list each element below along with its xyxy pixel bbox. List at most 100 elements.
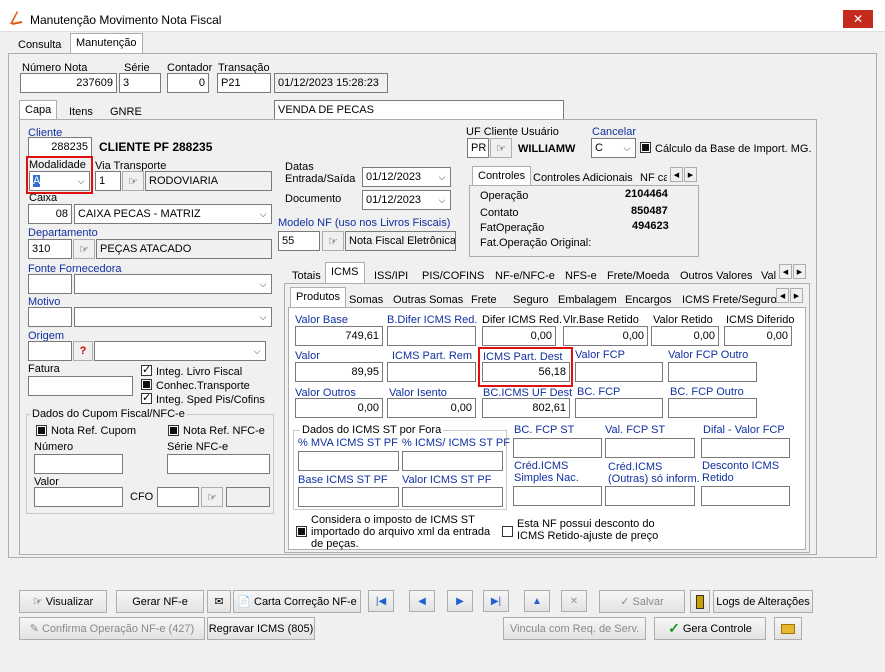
motivo-code[interactable]	[28, 307, 72, 327]
tab-produtos[interactable]: Produtos	[290, 287, 347, 308]
integ-sped-checkbox[interactable]	[141, 391, 152, 404]
val-fcp-st-field[interactable]	[605, 438, 695, 458]
serie-nfce-field[interactable]	[167, 454, 270, 474]
difal-field[interactable]	[701, 438, 790, 458]
modelo-nf-code[interactable]: 55	[278, 231, 320, 251]
exit-button[interactable]	[690, 590, 710, 613]
visualizar-button[interactable]: ☞ Visualizar	[19, 590, 107, 613]
origem-select[interactable]: ⌵	[94, 341, 266, 361]
last-record-button[interactable]: ▶|	[483, 590, 509, 612]
bc-fcp-st-field[interactable]	[513, 438, 602, 458]
next-record-button[interactable]: ▶	[447, 590, 473, 612]
prev-record-button[interactable]: ◀	[409, 590, 435, 612]
icms-st-pf-field[interactable]	[402, 451, 503, 471]
vlr-base-retido-field[interactable]: 0,00	[563, 326, 648, 346]
cred-simples-field[interactable]	[513, 486, 602, 506]
bc-fcp-field[interactable]	[575, 398, 663, 418]
fatura-field[interactable]	[28, 376, 133, 396]
cfo-lookup-button[interactable]: ☞	[201, 487, 223, 507]
considera-st-checkbox[interactable]	[296, 526, 307, 537]
close-button[interactable]: ✕	[843, 10, 873, 28]
origem-lookup-button[interactable]: ?	[73, 341, 93, 361]
valor-base-field[interactable]: 749,61	[295, 326, 383, 346]
conhec-transporte-checkbox[interactable]	[141, 379, 152, 390]
first-record-button[interactable]: |◀	[368, 590, 394, 612]
nota-ref-cupom-checkbox[interactable]	[36, 425, 47, 436]
tab-manutencao[interactable]: Manutenção	[70, 33, 143, 54]
logs-button[interactable]: Logs de Alterações	[713, 590, 813, 613]
cupom-numero-field[interactable]	[34, 454, 123, 474]
tab-consulta[interactable]: Consulta	[12, 35, 67, 55]
serie-field[interactable]: 3	[119, 73, 161, 93]
tab-capa[interactable]: Capa	[19, 100, 58, 120]
gera-controle-button[interactable]: ✓ Gera Controle	[654, 617, 766, 640]
origem-code[interactable]	[28, 341, 72, 361]
icms-part-rem-field[interactable]	[387, 362, 476, 382]
tab-scroll-right-button[interactable]: ▶	[684, 167, 697, 182]
cliente-code-field[interactable]: 288235	[28, 137, 92, 157]
tab-scroll-left-button[interactable]: ◀	[776, 288, 789, 303]
modelo-nf-lookup-button[interactable]: ☞	[322, 231, 344, 251]
departamento-lookup-button[interactable]: ☞	[73, 239, 95, 259]
cancelar-select[interactable]: C ⌵	[591, 138, 636, 158]
valor-fcp-label: Valor FCP	[575, 349, 625, 361]
cupom-valor-field[interactable]	[34, 487, 123, 507]
desconto-nf-checkbox[interactable]	[502, 526, 513, 537]
via-transporte-lookup-button[interactable]: ☞	[122, 171, 144, 191]
motivo-select[interactable]: ⌵	[74, 307, 272, 327]
cfo-label: CFO	[130, 491, 154, 503]
cfo-field[interactable]	[157, 487, 199, 507]
tab-scroll-right-button[interactable]: ▶	[793, 264, 806, 279]
cred-outras-field[interactable]	[605, 486, 695, 506]
contato-value: 850487	[631, 205, 668, 217]
b-difer-field[interactable]	[387, 326, 476, 346]
bc-icms-uf-dest-field[interactable]: 802,61	[482, 398, 570, 418]
nota-ref-nfce-checkbox[interactable]	[168, 425, 179, 436]
valor-icms-st-field[interactable]	[402, 487, 503, 507]
numero-nota-field[interactable]: 237609	[20, 73, 117, 93]
valor-isento-field[interactable]: 0,00	[387, 398, 476, 418]
valor-retido-field[interactable]: 0,00	[651, 326, 719, 346]
confirma-operacao-button[interactable]: ✎ Confirma Operação NF-e (427)	[19, 617, 205, 640]
valor-field[interactable]: 89,95	[295, 362, 383, 382]
via-transporte-field[interactable]: 1	[95, 171, 121, 191]
desconto-retido-field[interactable]	[701, 486, 790, 506]
caixa-code-field[interactable]: 08	[28, 204, 72, 224]
descricao-field[interactable]: VENDA DE PECAS	[274, 100, 564, 120]
departamento-code-field[interactable]: 310	[28, 239, 72, 259]
tab-icms[interactable]: ICMS	[325, 262, 365, 284]
tab-controles[interactable]: Controles	[472, 166, 532, 186]
uf-field[interactable]: PR	[467, 138, 489, 158]
tab-scroll-left-button[interactable]: ◀	[779, 264, 792, 279]
uf-lookup-button[interactable]: ☞	[490, 138, 512, 158]
salvar-button[interactable]: ✓ Salvar	[599, 590, 685, 613]
envelope-button[interactable]: ✉	[207, 590, 231, 613]
contador-field[interactable]: 0	[167, 73, 209, 93]
delete-button[interactable]: ✕	[561, 590, 587, 612]
entrada-date-field[interactable]: 01/12/2023 ⌵	[362, 167, 451, 187]
calc-base-checkbox[interactable]	[640, 142, 651, 153]
caixa-name: CAIXA PECAS - MATRIZ	[78, 208, 201, 220]
fonte-fornecedora-select[interactable]: ⌵	[74, 274, 272, 294]
bc-fcp-outro-field[interactable]	[668, 398, 757, 418]
mva-field[interactable]	[298, 451, 399, 471]
documento-date-field[interactable]: 01/12/2023 ⌵	[362, 190, 451, 210]
valor-outros-field[interactable]: 0,00	[295, 398, 383, 418]
regravar-icms-button[interactable]: Regravar ICMS (805)	[207, 617, 315, 640]
open-folder-button[interactable]	[774, 617, 802, 640]
difer-red-field[interactable]: 0,00	[482, 326, 556, 346]
carta-correcao-button[interactable]: 📄 Carta Correção NF-e	[233, 590, 361, 613]
base-icms-st-field[interactable]	[298, 487, 399, 507]
caixa-select[interactable]: CAIXA PECAS - MATRIZ ⌵	[74, 204, 272, 224]
icms-diferido-field[interactable]: 0,00	[724, 326, 792, 346]
up-button[interactable]: ▲	[524, 590, 550, 612]
tab-scroll-left-button[interactable]: ◀	[670, 167, 683, 182]
fonte-fornecedora-code[interactable]	[28, 274, 72, 294]
gerar-nfe-button[interactable]: Gerar NF-e	[116, 590, 204, 613]
valor-fcp-outro-field[interactable]	[668, 362, 757, 382]
transacao-field[interactable]: P21	[217, 73, 271, 93]
tab-scroll-right-button[interactable]: ▶	[790, 288, 803, 303]
vincula-button[interactable]: Vincula com Req. de Serv.	[503, 617, 646, 640]
integ-livro-fiscal-checkbox[interactable]	[141, 363, 152, 376]
valor-fcp-field[interactable]	[575, 362, 663, 382]
